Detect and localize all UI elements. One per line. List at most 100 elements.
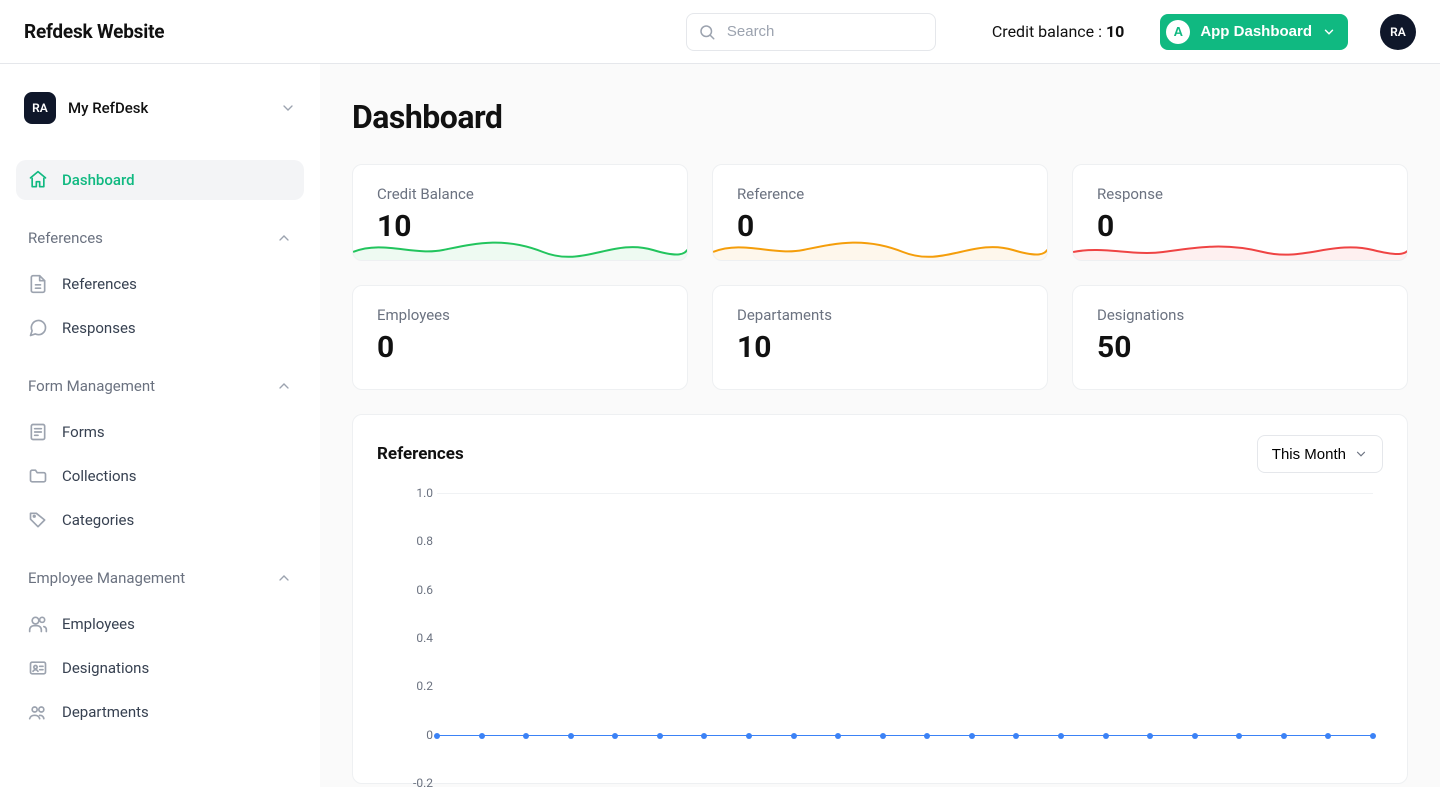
chevron-down-icon: [1354, 447, 1368, 461]
app-dashboard-badge: A: [1166, 20, 1190, 44]
search-wrap: [686, 13, 936, 51]
sidebar-item-categories[interactable]: Categories: [16, 500, 304, 540]
stat-card-credit: Credit Balance 10: [352, 164, 688, 261]
stat-card-departments: Departaments 10: [712, 285, 1048, 390]
chart-point: [701, 733, 707, 739]
y-axis-tick: 1.0: [377, 486, 433, 500]
y-axis-tick: -0.2: [377, 776, 433, 787]
chart-point: [1103, 733, 1109, 739]
stats-grid: Credit Balance 10 Reference 0 Response 0…: [352, 164, 1408, 390]
chart-point: [1236, 733, 1242, 739]
y-axis-tick: 0.6: [377, 583, 433, 597]
chart-point: [657, 733, 663, 739]
sidebar-item-employees[interactable]: Employees: [16, 604, 304, 644]
chart-point: [479, 733, 485, 739]
logo: Refdesk Website: [24, 20, 164, 43]
chart-point: [1325, 733, 1331, 739]
credit-value: 10: [1106, 22, 1124, 41]
sidebar-item-designations[interactable]: Designations: [16, 648, 304, 688]
id-card-icon: [28, 658, 48, 678]
chart-point: [1370, 733, 1376, 739]
document-icon: [28, 274, 48, 294]
header: Refdesk Website Credit balance : 10 A Ap…: [0, 0, 1440, 64]
chart-point: [835, 733, 841, 739]
chart-point: [969, 733, 975, 739]
sidebar-item-label: Dashboard: [62, 171, 135, 189]
sidebar-item-label: Categories: [62, 511, 134, 529]
sidebar-item-references[interactable]: References: [16, 264, 304, 304]
folder-icon: [28, 466, 48, 486]
chart-point: [746, 733, 752, 739]
stat-label: Employees: [377, 306, 663, 324]
chart-area: 1.00.80.60.40.20-0.2: [377, 493, 1383, 783]
stat-label: Response: [1097, 185, 1383, 203]
sidebar-item-label: Employees: [62, 615, 135, 633]
sidebar-item-label: References: [62, 275, 137, 293]
sidebar-item-collections[interactable]: Collections: [16, 456, 304, 496]
search-input[interactable]: [686, 13, 936, 51]
chart-point: [568, 733, 574, 739]
chart-point: [434, 733, 440, 739]
credit-balance: Credit balance : 10: [992, 22, 1124, 41]
avatar[interactable]: RA: [1380, 14, 1416, 50]
sidebar-item-label: Responses: [62, 319, 136, 337]
stat-label: Credit Balance: [377, 185, 663, 203]
section-form-head[interactable]: Form Management: [16, 368, 304, 404]
tag-icon: [28, 510, 48, 530]
stat-card-response: Response 0: [1072, 164, 1408, 261]
home-icon: [28, 170, 48, 190]
period-select[interactable]: This Month: [1257, 435, 1383, 473]
stat-label: Reference: [737, 185, 1023, 203]
sparkline: [353, 230, 688, 260]
stat-card-reference: Reference 0: [712, 164, 1048, 261]
chart-gridline: [437, 493, 1373, 494]
chart-card: References This Month 1.00.80.60.40.20-0…: [352, 414, 1408, 784]
sidebar-item-label: Departments: [62, 703, 149, 721]
chart-title: References: [377, 444, 464, 464]
workspace-name: My RefDesk: [68, 99, 268, 117]
stat-value: 10: [737, 330, 1023, 365]
sparkline: [1073, 230, 1408, 260]
main: Dashboard Credit Balance 10 Reference 0 …: [320, 64, 1440, 787]
workspace-badge: RA: [24, 92, 56, 124]
sidebar-item-label: Forms: [62, 423, 105, 441]
chart-point: [1281, 733, 1287, 739]
chevron-up-icon: [276, 570, 292, 586]
chevron-down-icon: [280, 100, 296, 116]
stat-card-employees: Employees 0: [352, 285, 688, 390]
chart-line: [437, 735, 1373, 736]
sidebar-item-label: Collections: [62, 467, 137, 485]
search-icon: [698, 23, 716, 41]
sidebar: RA My RefDesk Dashboard References Refer…: [0, 64, 320, 787]
users-icon: [28, 614, 48, 634]
chart-point: [791, 733, 797, 739]
section-label: Employee Management: [28, 569, 185, 587]
stat-label: Departaments: [737, 306, 1023, 324]
chat-icon: [28, 318, 48, 338]
chart-point: [1058, 733, 1064, 739]
chart-point: [612, 733, 618, 739]
page-title: Dashboard: [352, 98, 1408, 136]
y-axis-tick: 0.4: [377, 631, 433, 645]
chart-point: [1192, 733, 1198, 739]
chart-head: References This Month: [377, 435, 1383, 473]
app-dashboard-button[interactable]: A App Dashboard: [1160, 14, 1348, 50]
stat-card-designations: Designations 50: [1072, 285, 1408, 390]
y-axis-tick: 0: [377, 728, 433, 742]
sidebar-item-dashboard[interactable]: Dashboard: [16, 160, 304, 200]
sidebar-item-label: Designations: [62, 659, 149, 677]
chart-point: [523, 733, 529, 739]
sidebar-item-forms[interactable]: Forms: [16, 412, 304, 452]
y-axis-tick: 0.8: [377, 534, 433, 548]
sidebar-item-responses[interactable]: Responses: [16, 308, 304, 348]
chart-point: [1013, 733, 1019, 739]
sidebar-item-departments[interactable]: Departments: [16, 692, 304, 732]
workspace-selector[interactable]: RA My RefDesk: [16, 80, 304, 136]
section-references-head[interactable]: References: [16, 220, 304, 256]
chevron-up-icon: [276, 378, 292, 394]
section-employee-head[interactable]: Employee Management: [16, 560, 304, 596]
stat-value: 50: [1097, 330, 1383, 365]
stat-value: 0: [377, 330, 663, 365]
app-dashboard-label: App Dashboard: [1200, 23, 1312, 40]
stat-label: Designations: [1097, 306, 1383, 324]
